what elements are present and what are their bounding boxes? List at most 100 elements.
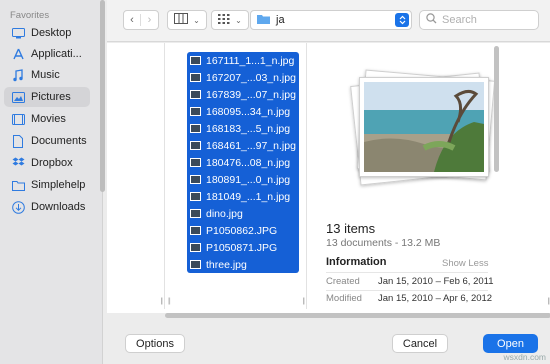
image-file-icon: [190, 141, 201, 150]
music-icon: [11, 68, 25, 82]
sidebar-item-dropbox[interactable]: Dropbox: [4, 153, 90, 173]
image-file-icon: [190, 107, 201, 116]
file-row[interactable]: 168183_...5_n.jpg: [187, 120, 299, 137]
column-resize-handle[interactable]: ||: [547, 298, 549, 305]
file-name: P1050862.JPG: [206, 224, 278, 237]
horizontal-scrollbar[interactable]: [165, 313, 550, 318]
sidebar-item-label: Downloads: [31, 201, 86, 213]
toolbar: ‹ › ⌄ ⌄ ja: [107, 0, 550, 42]
column-resize-handle[interactable]: ||: [160, 298, 162, 305]
back-forward-buttons[interactable]: ‹ ›: [123, 10, 159, 30]
desktop-icon: [11, 26, 25, 40]
info-separator: [326, 290, 488, 291]
cancel-button[interactable]: Cancel: [392, 334, 448, 353]
up-down-arrows-icon: [395, 13, 409, 27]
columns-view-icon: [174, 13, 189, 27]
file-row[interactable]: 181049_...1_n.jpg: [187, 188, 299, 205]
preview-title: 13 items: [326, 221, 376, 236]
dialog-footer: Options Cancel Open: [107, 319, 550, 364]
sidebar-item-music[interactable]: Music: [4, 65, 90, 85]
sidebar-item-movies[interactable]: Movies: [4, 109, 90, 129]
sidebar-item-desktop[interactable]: Desktop: [4, 23, 90, 43]
location-label: ja: [276, 14, 285, 26]
show-less-link[interactable]: Show Less: [442, 258, 488, 269]
search-field[interactable]: [419, 10, 539, 30]
file-row[interactable]: P1050862.JPG: [187, 222, 299, 239]
file-name: 180476...08_n.jpg: [206, 156, 291, 169]
information-heading: Information: [326, 256, 387, 268]
search-input[interactable]: [442, 14, 532, 26]
sidebar-heading: Favorites: [10, 10, 50, 21]
column-resize-handle[interactable]: ||: [302, 298, 304, 305]
file-row[interactable]: P1050871.JPG: [187, 239, 299, 256]
image-file-icon: [190, 226, 201, 235]
downloads-icon: [11, 200, 25, 214]
file-name: 167839_...07_n.jpg: [206, 88, 296, 101]
image-file-icon: [190, 243, 201, 252]
image-file-icon: [190, 209, 201, 218]
beach-photo-image: [364, 82, 484, 172]
file-name: 168461_...97_n.jpg: [206, 139, 296, 152]
open-button[interactable]: Open: [483, 334, 538, 353]
file-name: 168095...34_n.jpg: [206, 105, 291, 118]
file-row[interactable]: 168095...34_n.jpg: [187, 103, 299, 120]
modified-value: Jan 15, 2010 – Apr 6, 2012: [378, 293, 493, 304]
sidebar-scrollbar[interactable]: [100, 0, 105, 192]
photo-stack-preview: [349, 67, 499, 187]
file-name: dino.jpg: [206, 207, 243, 220]
sidebar-item-label: Dropbox: [31, 157, 73, 169]
preview-vertical-scrollbar[interactable]: [494, 46, 499, 172]
info-separator: [326, 272, 488, 273]
image-file-icon: [190, 124, 201, 133]
sidebar-item-pictures[interactable]: Pictures: [4, 87, 90, 107]
file-name: 181049_...1_n.jpg: [206, 190, 291, 203]
sidebar-item-downloads[interactable]: Downloads: [4, 197, 90, 217]
file-row[interactable]: three.jpg: [187, 256, 299, 273]
file-name: 180891_...0_n.jpg: [206, 173, 291, 186]
file-name: 167207_...03_n.jpg: [206, 71, 296, 84]
watermark: wsxdn.com: [503, 352, 546, 362]
column-0: ||: [107, 43, 165, 309]
file-row[interactable]: 168461_...97_n.jpg: [187, 137, 299, 154]
file-row[interactable]: 180891_...0_n.jpg: [187, 171, 299, 188]
file-name: 168183_...5_n.jpg: [206, 122, 291, 135]
sidebar-item-label: Music: [31, 69, 60, 81]
file-row[interactable]: 167839_...07_n.jpg: [187, 86, 299, 103]
image-file-icon: [190, 56, 201, 65]
grid-icon: [218, 13, 230, 27]
sidebar-item-label: Applicati...: [31, 48, 82, 60]
sidebar: Favorites Desktop Applicati... Music Pic…: [0, 0, 103, 364]
chevron-down-icon: ⌄: [235, 15, 242, 25]
location-popup[interactable]: ja: [250, 10, 412, 30]
sidebar-item-label: Documents: [31, 135, 87, 147]
created-value: Jan 15, 2010 – Feb 6, 2011: [378, 276, 494, 287]
forward-icon[interactable]: ›: [141, 14, 158, 26]
view-mode-button[interactable]: ⌄: [167, 10, 207, 30]
preview-subtitle: 13 documents - 13.2 MB: [326, 237, 441, 249]
image-file-icon: [190, 158, 201, 167]
column-browser: || || || 167111_1...1_n.jpg 167207_...03_…: [107, 43, 550, 318]
movies-icon: [11, 112, 25, 126]
options-button[interactable]: Options: [125, 334, 185, 353]
group-button[interactable]: ⌄: [211, 10, 249, 30]
dropbox-icon: [11, 156, 25, 170]
back-icon[interactable]: ‹: [124, 14, 141, 26]
sidebar-item-label: Movies: [31, 113, 66, 125]
sidebar-item-applications[interactable]: Applicati...: [4, 44, 90, 64]
stack-photo-front: [359, 77, 489, 177]
file-row[interactable]: dino.jpg: [187, 205, 299, 222]
image-file-icon: [190, 90, 201, 99]
sidebar-item-label: Pictures: [31, 91, 71, 103]
file-row[interactable]: 167207_...03_n.jpg: [187, 69, 299, 86]
preview-pane: 13 items 13 documents - 13.2 MB Informat…: [321, 43, 550, 309]
sidebar-item-label: Desktop: [31, 27, 72, 39]
sidebar-item-documents[interactable]: Documents: [4, 131, 90, 151]
column-resize-handle[interactable]: ||: [168, 298, 170, 305]
image-file-icon: [190, 73, 201, 82]
sidebar-item-simplehelp[interactable]: Simplehelp: [4, 175, 90, 195]
file-row[interactable]: 167111_1...1_n.jpg: [187, 52, 299, 69]
file-row[interactable]: 180476...08_n.jpg: [187, 154, 299, 171]
image-file-icon: [190, 260, 201, 269]
folder-icon: [257, 14, 270, 27]
file-name: 167111_1...1_n.jpg: [206, 54, 295, 67]
